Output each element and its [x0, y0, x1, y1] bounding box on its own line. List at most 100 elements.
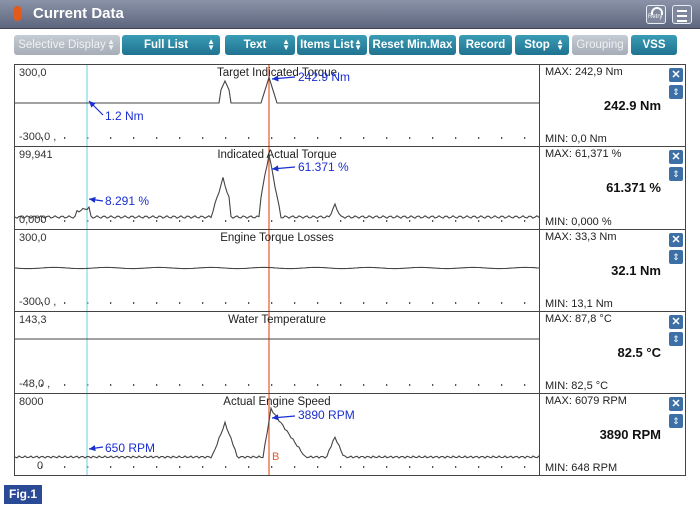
axis-tick — [271, 466, 273, 468]
axis-tick — [340, 466, 342, 468]
axis-tick — [225, 220, 227, 222]
updown-arrows-icon: ▲ ▼ — [556, 37, 564, 52]
updown-arrows-icon: ▲ ▼ — [207, 37, 215, 52]
axis-tick — [501, 220, 503, 222]
axis-tick — [64, 137, 66, 139]
scale-bottom-label: 0 — [37, 460, 44, 472]
cursor-value-label: 3890 RPM — [298, 408, 355, 422]
close-icon[interactable]: ✕ — [669, 150, 683, 164]
value-panel-1: MAX: 61,371 % 61.371 % MIN: 0,000 % ✕ ⇕ — [540, 146, 686, 230]
axis-tick — [478, 137, 480, 139]
axis-tick — [202, 466, 204, 468]
axis-tick — [317, 466, 319, 468]
retry-button[interactable]: Retry — [646, 5, 666, 24]
axis-tick — [386, 137, 388, 139]
reorder-icon[interactable]: ⇕ — [669, 332, 683, 346]
toolbar-button-selective-display[interactable]: Selective Display ▲ ▼ — [14, 35, 120, 55]
axis-tick — [340, 384, 342, 386]
axis-tick — [432, 137, 434, 139]
updown-arrows-icon: ▲ ▼ — [107, 37, 115, 52]
axis-tick — [110, 220, 112, 222]
axis-tick — [202, 384, 204, 386]
axis-tick — [64, 384, 66, 386]
axis-tick — [524, 137, 526, 139]
axis-tick — [363, 466, 365, 468]
axis-tick — [133, 137, 135, 139]
current-value: 82.5 °C — [617, 345, 661, 360]
signal-trace — [15, 75, 539, 104]
axis-tick — [248, 137, 250, 139]
axis-tick — [409, 466, 411, 468]
toolbar-button-stop[interactable]: Stop ▲ ▼ — [515, 35, 569, 55]
window-title: Current Data — [33, 5, 124, 22]
close-icon[interactable]: ✕ — [669, 397, 683, 411]
axis-tick — [432, 466, 434, 468]
graph-panel-3[interactable]: 143,3 -48,0 , Water Temperature — [14, 311, 540, 394]
toolbar-button-vss[interactable]: VSS — [631, 35, 677, 55]
current-value: 3890 RPM — [599, 427, 661, 442]
graph-title: Water Temperature — [228, 314, 326, 326]
toolbar-button-full-list[interactable]: Full List ▲ ▼ — [122, 35, 220, 55]
graph-title: Engine Torque Losses — [220, 232, 334, 244]
axis-tick — [363, 220, 365, 222]
reorder-icon[interactable]: ⇕ — [669, 414, 683, 428]
close-icon[interactable]: ✕ — [669, 233, 683, 247]
toolbar-button-record[interactable]: Record — [459, 35, 512, 55]
max-value: MAX: 61,371 % — [545, 148, 622, 160]
axis-tick — [225, 466, 227, 468]
axis-tick — [432, 302, 434, 304]
close-icon[interactable]: ✕ — [669, 315, 683, 329]
axis-tick — [110, 137, 112, 139]
toolbar-button-reset-min-max[interactable]: Reset Min.Max — [369, 35, 456, 55]
axis-tick — [455, 466, 457, 468]
max-value: MAX: 33,3 Nm — [545, 231, 617, 243]
toolbar-button-text[interactable]: Text ▲ ▼ — [225, 35, 295, 55]
toolbar-button-items-list[interactable]: Items List ▲ ▼ — [297, 35, 367, 55]
retry-label: Retry — [648, 14, 663, 20]
axis-tick — [409, 137, 411, 139]
max-value: MAX: 242,9 Nm — [545, 66, 623, 78]
axis-tick — [248, 220, 250, 222]
axis-tick — [156, 302, 158, 304]
axis-tick — [317, 137, 319, 139]
min-value: MIN: 0,0 Nm — [545, 133, 607, 145]
reorder-icon[interactable]: ⇕ — [669, 167, 683, 181]
toolbar-button-grouping[interactable]: Grouping — [572, 35, 628, 55]
axis-tick — [363, 384, 365, 386]
cursor-value-label: 61.371 % — [298, 160, 349, 174]
axis-tick — [363, 302, 365, 304]
figure-badge: Fig.1 — [4, 485, 42, 504]
axis-tick — [202, 137, 204, 139]
graph-panel-4[interactable]: 8000 0 Actual Engine Speed 650 RPM 3890 RPM B — [14, 393, 540, 476]
value-panel-2: MAX: 33,3 Nm 32.1 Nm MIN: 13,1 Nm ✕ ⇕ — [540, 229, 686, 312]
graph-panel-0[interactable]: 300,0 -300,0 , Target Indicated Torque 1.2 … — [14, 64, 540, 147]
toolbar: Selective Display ▲ ▼ Full List ▲ ▼ Text ▲ ▼ Item… — [0, 29, 700, 60]
axis-tick — [409, 302, 411, 304]
axis-tick — [524, 220, 526, 222]
axis-tick — [455, 302, 457, 304]
axis-tick — [317, 384, 319, 386]
graph-panel-2[interactable]: 300,0 -300,0 , Engine Torque Losses — [14, 229, 540, 312]
toolbar-button-label: Grouping — [576, 39, 624, 51]
min-value: MIN: 13,1 Nm — [545, 298, 613, 310]
marker-arrow — [88, 196, 104, 203]
graph-title: Target Indicated Torque — [217, 67, 337, 79]
reorder-icon[interactable]: ⇕ — [669, 85, 683, 99]
axis-tick — [432, 220, 434, 222]
axis-tick — [271, 137, 273, 139]
graph-title: Indicated Actual Torque — [217, 149, 337, 161]
axis-tick — [133, 466, 135, 468]
close-icon[interactable]: ✕ — [669, 68, 683, 82]
reorder-icon[interactable]: ⇕ — [669, 250, 683, 264]
axis-tick — [110, 302, 112, 304]
signal-trace — [15, 155, 539, 219]
axis-tick — [501, 384, 503, 386]
graph-panel-1[interactable]: 99,941 0,000 Indicated Actual Torque 8.291 … — [14, 146, 540, 230]
menu-button[interactable] — [672, 5, 692, 24]
axis-tick — [179, 302, 181, 304]
axis-tick — [133, 220, 135, 222]
axis-tick — [248, 466, 250, 468]
value-panel-4: MAX: 6079 RPM 3890 RPM MIN: 648 RPM ✕ ⇕ — [540, 393, 686, 476]
axis-tick — [156, 384, 158, 386]
axis-tick — [386, 384, 388, 386]
